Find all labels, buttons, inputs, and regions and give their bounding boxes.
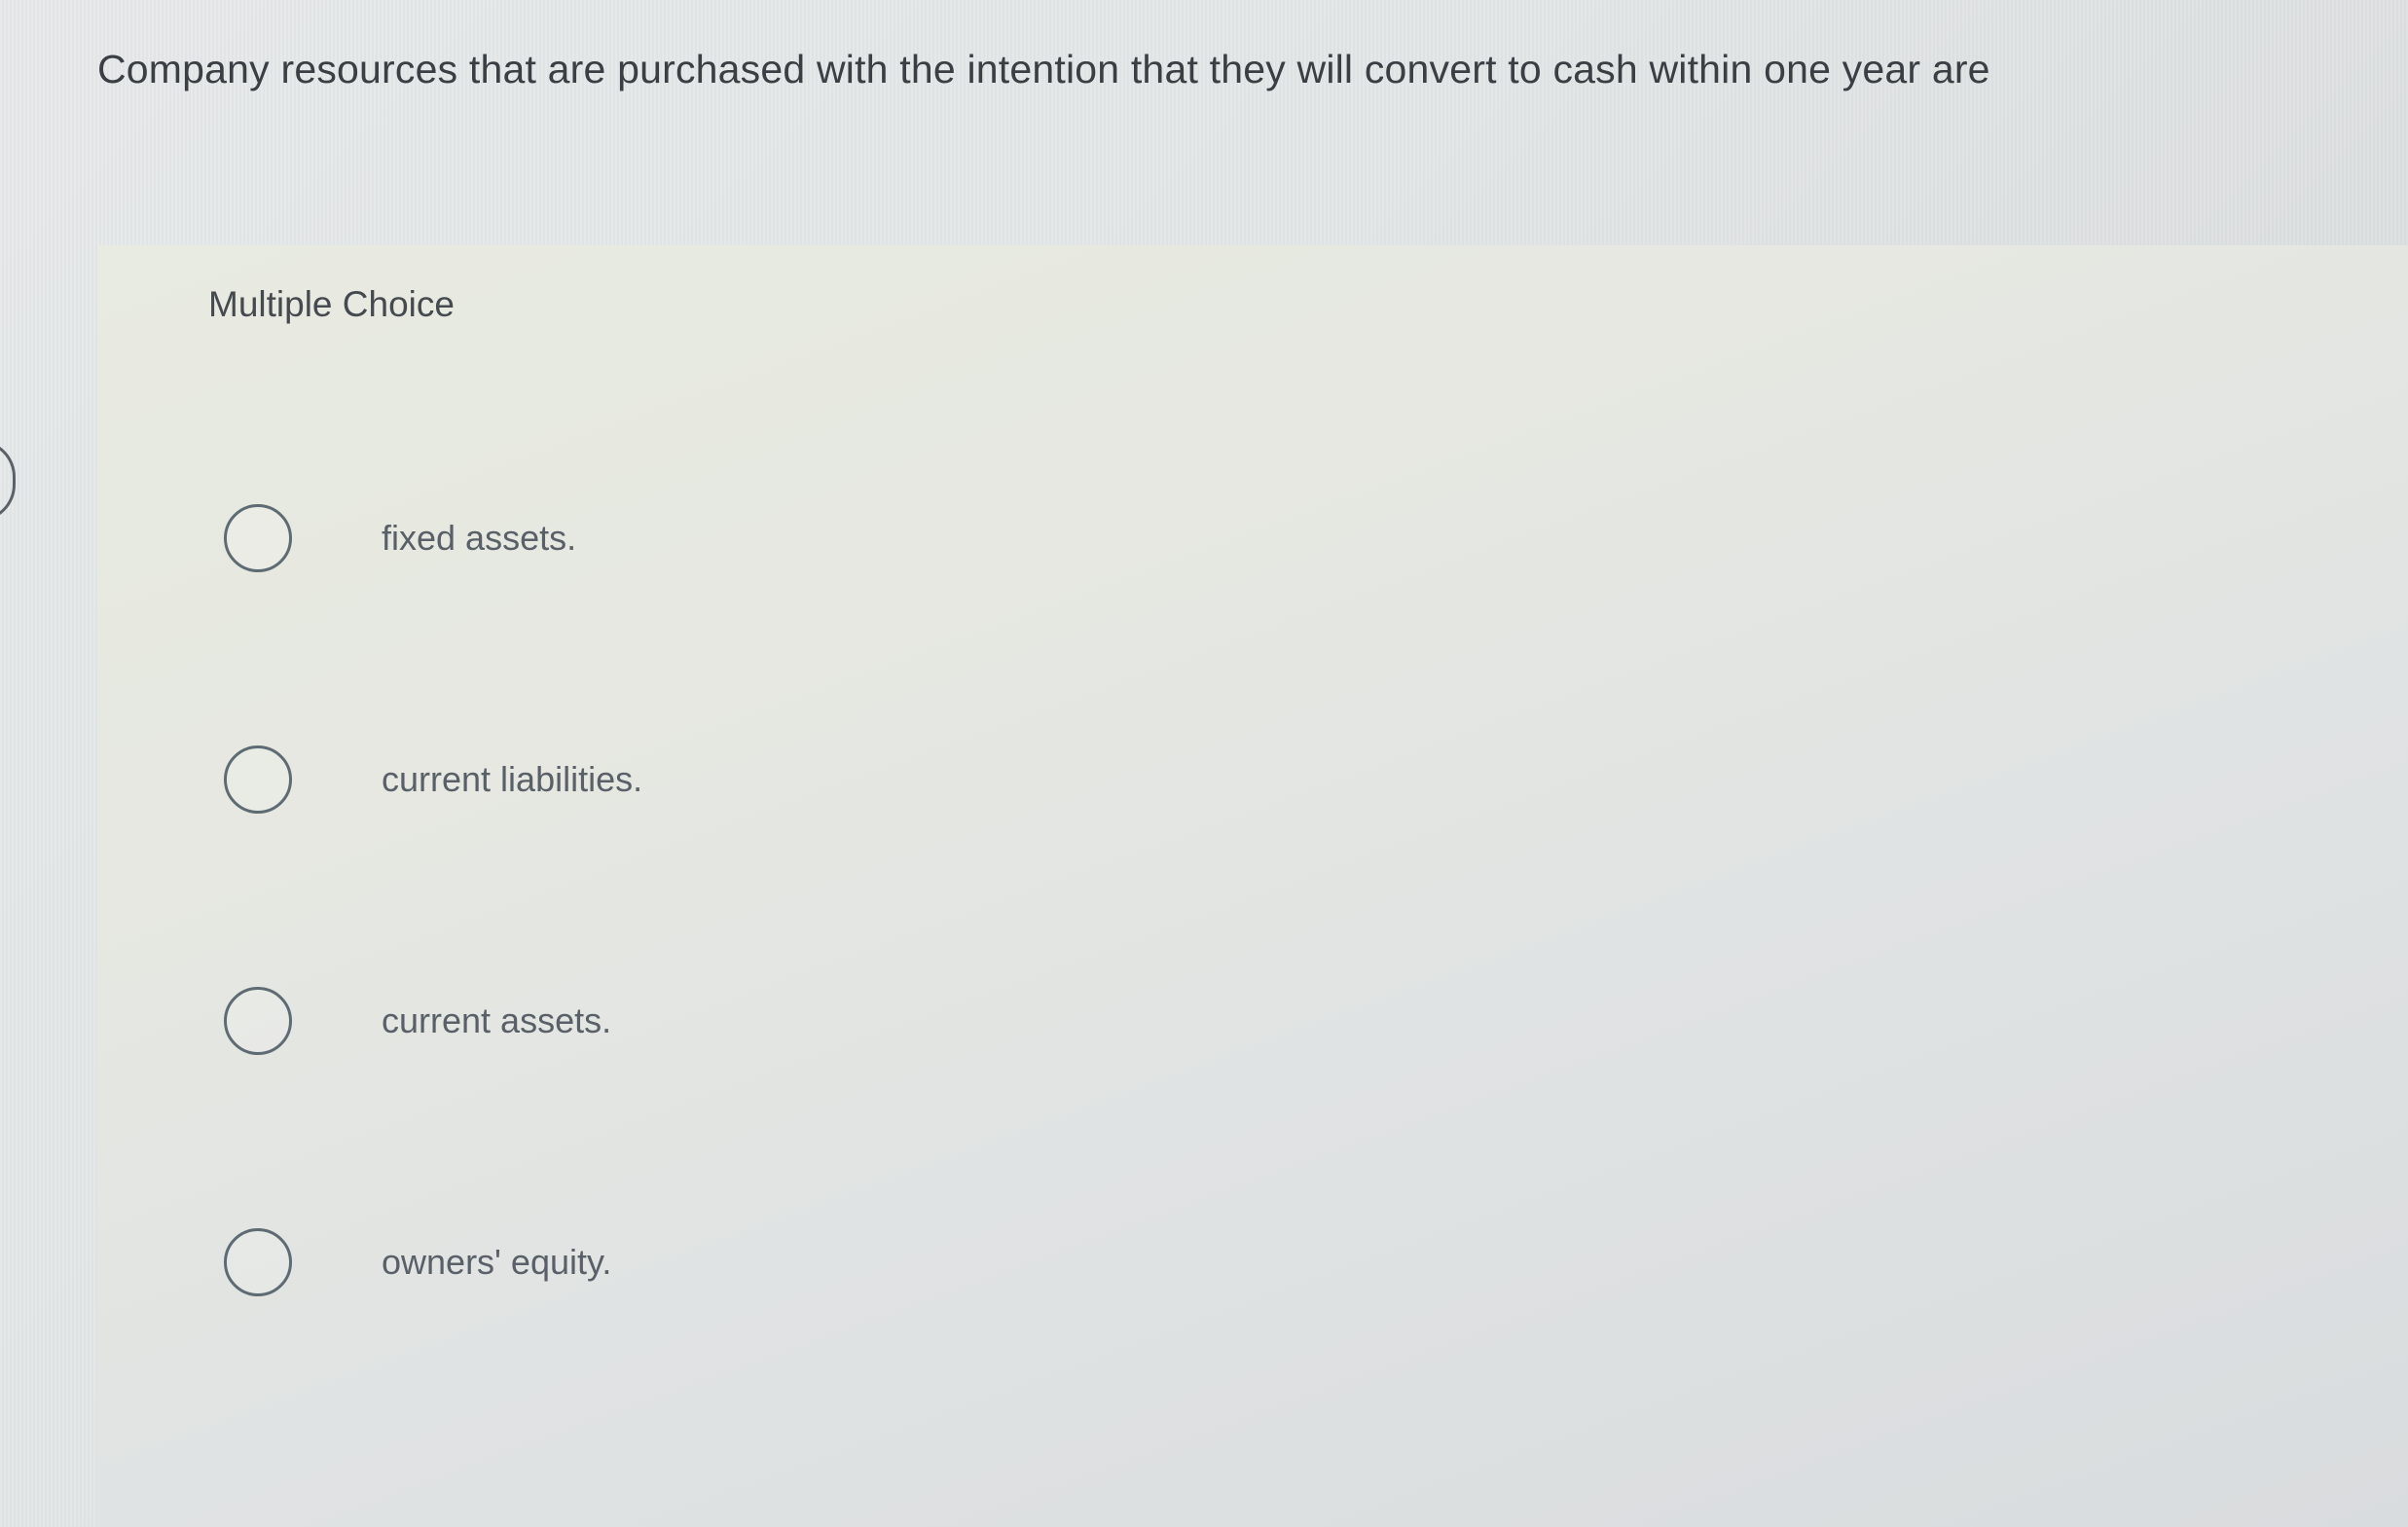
choice-option-2[interactable]: current liabilities. bbox=[224, 745, 1100, 833]
choice-label[interactable]: fixed assets. bbox=[382, 518, 576, 559]
choice-label[interactable]: current assets. bbox=[382, 1000, 611, 1041]
question-prompt: Company resources that are purchased wit… bbox=[97, 47, 1990, 91]
choice-label[interactable]: current liabilities. bbox=[382, 759, 642, 800]
choice-option-4[interactable]: owners' equity. bbox=[224, 1228, 1100, 1316]
radio-button-icon[interactable] bbox=[224, 987, 292, 1055]
radio-button-icon[interactable] bbox=[224, 745, 292, 814]
choice-label[interactable]: owners' equity. bbox=[382, 1242, 611, 1283]
answer-panel: Multiple Choice fixed assets. current li… bbox=[97, 245, 2408, 1527]
choice-option-3[interactable]: current assets. bbox=[224, 987, 1100, 1074]
radio-button-icon[interactable] bbox=[224, 504, 292, 572]
radio-button-icon[interactable] bbox=[224, 1228, 292, 1296]
choice-option-1[interactable]: fixed assets. bbox=[224, 504, 1100, 592]
side-expand-tab[interactable] bbox=[0, 440, 16, 522]
question-type-label: Multiple Choice bbox=[208, 284, 455, 324]
